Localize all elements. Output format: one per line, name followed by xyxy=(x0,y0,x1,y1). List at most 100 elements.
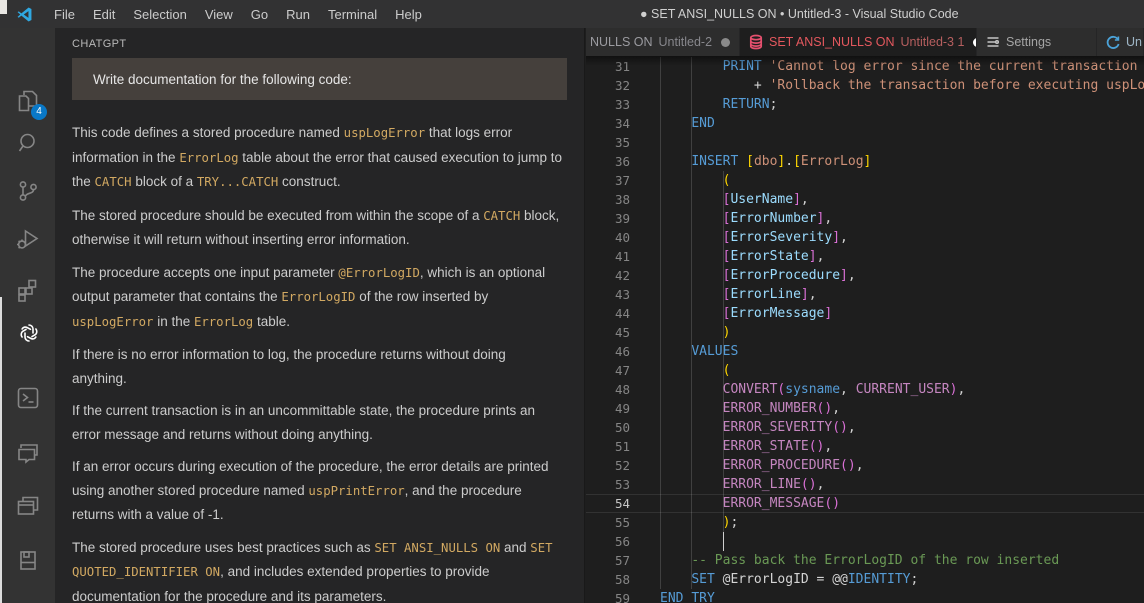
line-number: 52 xyxy=(586,456,630,475)
menu-item-file[interactable]: File xyxy=(45,3,84,26)
line-number: 58 xyxy=(586,570,630,589)
code-line-49[interactable]: 49 ERROR_NUMBER(), xyxy=(586,399,1144,418)
activity-comments-icon[interactable] xyxy=(0,430,55,476)
code-line-53[interactable]: 53 ERROR_LINE(), xyxy=(586,475,1144,494)
code-text: ERROR_MESSAGE() xyxy=(660,495,840,512)
editor-group: NULLS ONUntitled-2 SET ANSI_NULLS ON Untit… xyxy=(586,28,1144,603)
code-text: ERROR_NUMBER(), xyxy=(660,399,840,418)
code-text: [ErrorLine], xyxy=(660,285,817,304)
response-paragraph: If the current transaction is in an unco… xyxy=(72,399,562,446)
code-text: END xyxy=(660,114,715,133)
code-line-59[interactable]: 59END TRY xyxy=(586,589,1144,603)
tab-label: Untitled-3 1 xyxy=(901,35,965,49)
line-number: 40 xyxy=(586,228,630,247)
code-line-52[interactable]: 52 ERROR_PROCEDURE(), xyxy=(586,456,1144,475)
activity-run-and-debug-icon[interactable] xyxy=(0,217,55,263)
activity-extensions-icon[interactable] xyxy=(0,267,55,313)
inline-code: ErrorLog xyxy=(179,151,238,165)
code-text: [ErrorSeverity], xyxy=(660,228,848,247)
tab-bar: NULLS ONUntitled-2 SET ANSI_NULLS ON Untit… xyxy=(586,28,1144,56)
activity-bar: 4 xyxy=(0,28,55,603)
inline-code: CATCH xyxy=(483,209,520,223)
line-number: 53 xyxy=(586,475,630,494)
chatgpt-response: This code defines a stored procedure nam… xyxy=(55,121,584,603)
line-number: 31 xyxy=(586,57,630,76)
code-line-38[interactable]: 38 [UserName], xyxy=(586,190,1144,209)
menu-item-go[interactable]: Go xyxy=(242,3,277,26)
code-line-50[interactable]: 50 ERROR_SEVERITY(), xyxy=(586,418,1144,437)
screen-edge-artifact xyxy=(0,297,2,603)
code-text: ( xyxy=(660,171,730,190)
code-line-56[interactable]: 56 xyxy=(586,532,1144,551)
code-line-41[interactable]: 41 [ErrorState], xyxy=(586,247,1144,266)
code-line-47[interactable]: 47 ( xyxy=(586,361,1144,380)
activity-editor-layouts-icon[interactable] xyxy=(0,483,55,529)
code-line-32[interactable]: 32 + 'Rollback the transaction before ex… xyxy=(586,76,1144,95)
activity-terminal-icon[interactable] xyxy=(0,375,55,421)
code-line-48[interactable]: 48 CONVERT(sysname, CURRENT_USER), xyxy=(586,380,1144,399)
menu-bar: FileEditSelectionViewGoRunTerminalHelp xyxy=(45,3,431,26)
code-text: ERROR_SEVERITY(), xyxy=(660,418,856,437)
line-number: 34 xyxy=(586,114,630,133)
line-number: 56 xyxy=(586,532,630,551)
screen-corner-artifact xyxy=(0,0,7,14)
code-line-54[interactable]: 54 ERROR_MESSAGE() xyxy=(586,494,1144,513)
code-line-35[interactable]: 35 xyxy=(586,133,1144,152)
code-text: SET @ErrorLogID = @@IDENTITY; xyxy=(660,570,918,589)
activity-source-control-icon[interactable] xyxy=(0,168,55,214)
line-number: 48 xyxy=(586,380,630,399)
inline-code: CATCH xyxy=(95,175,132,189)
code-line-57[interactable]: 57 -- Pass back the ErrorLogID of the ro… xyxy=(586,551,1144,570)
sync-icon xyxy=(1105,34,1121,50)
menu-item-run[interactable]: Run xyxy=(277,3,319,26)
menu-item-edit[interactable]: Edit xyxy=(84,3,124,26)
prompt-text: Write documentation for the following co… xyxy=(93,72,352,87)
line-number: 50 xyxy=(586,418,630,437)
tab-untitled-3[interactable]: SET ANSI_NULLS ON Untitled-3 1 xyxy=(740,28,977,56)
menu-item-help[interactable]: Help xyxy=(386,3,431,26)
line-number: 55 xyxy=(586,513,630,532)
tab-settings[interactable]: Settings xyxy=(977,28,1097,56)
code-line-31[interactable]: 31 PRINT 'Cannot log error since the cur… xyxy=(586,57,1144,76)
vscode-logo-icon xyxy=(16,6,33,23)
title-bar: FileEditSelectionViewGoRunTerminalHelp ●… xyxy=(0,0,1144,28)
line-number: 47 xyxy=(586,361,630,380)
activity-explorer-icon[interactable]: 4 xyxy=(0,78,55,124)
tab-label: SET ANSI_NULLS ON xyxy=(769,35,895,49)
code-line-45[interactable]: 45 ) xyxy=(586,323,1144,342)
code-line-43[interactable]: 43 [ErrorLine], xyxy=(586,285,1144,304)
menu-item-terminal[interactable]: Terminal xyxy=(319,3,386,26)
code-text: [ErrorMessage] xyxy=(660,304,832,323)
activity-search-icon[interactable] xyxy=(0,120,55,166)
code-text: CONVERT(sysname, CURRENT_USER), xyxy=(660,380,965,399)
tab-untitled-cut[interactable]: Un xyxy=(1097,28,1144,56)
code-line-39[interactable]: 39 [ErrorNumber], xyxy=(586,209,1144,228)
inline-code: uspPrintError xyxy=(308,484,404,498)
code-text: [ErrorNumber], xyxy=(660,209,832,228)
menu-item-view[interactable]: View xyxy=(196,3,242,26)
code-text: ); xyxy=(660,513,738,532)
code-line-44[interactable]: 44 [ErrorMessage] xyxy=(586,304,1144,323)
code-editor[interactable]: 31 PRINT 'Cannot log error since the cur… xyxy=(586,56,1144,603)
code-line-42[interactable]: 42 [ErrorProcedure], xyxy=(586,266,1144,285)
panel-title: CHATGPT xyxy=(72,38,584,50)
code-line-34[interactable]: 34 END xyxy=(586,114,1144,133)
code-line-58[interactable]: 58 SET @ErrorLogID = @@IDENTITY; xyxy=(586,570,1144,589)
activity-containers-icon[interactable] xyxy=(0,537,55,583)
code-line-46[interactable]: 46 VALUES xyxy=(586,342,1144,361)
code-line-40[interactable]: 40 [ErrorSeverity], xyxy=(586,228,1144,247)
line-number: 45 xyxy=(586,323,630,342)
code-line-55[interactable]: 55 ); xyxy=(586,513,1144,532)
code-line-51[interactable]: 51 ERROR_STATE(), xyxy=(586,437,1144,456)
response-paragraph: This code defines a stored procedure nam… xyxy=(72,121,562,195)
modified-dot[interactable] xyxy=(721,38,730,47)
line-number: 49 xyxy=(586,399,630,418)
window-title: ● SET ANSI_NULLS ON • Untitled-3 - Visua… xyxy=(640,0,959,28)
tab-untitled-2[interactable]: NULLS ONUntitled-2 xyxy=(586,28,740,56)
code-text: RETURN; xyxy=(660,95,777,114)
activity-chatgpt-icon[interactable] xyxy=(0,310,55,356)
code-line-37[interactable]: 37 ( xyxy=(586,171,1144,190)
menu-item-selection[interactable]: Selection xyxy=(124,3,195,26)
code-line-36[interactable]: 36 INSERT [dbo].[ErrorLog] xyxy=(586,152,1144,171)
code-line-33[interactable]: 33 RETURN; xyxy=(586,95,1144,114)
